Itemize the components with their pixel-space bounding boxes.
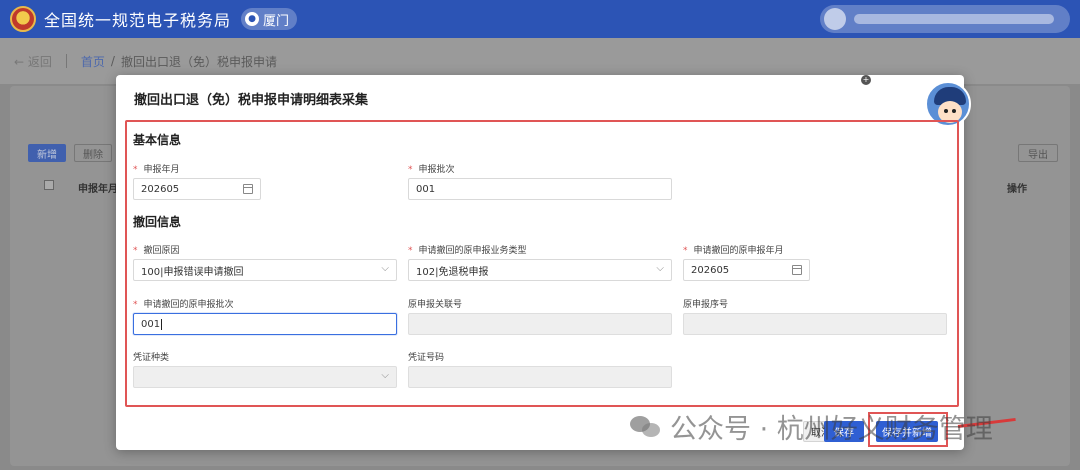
tax-emblem-icon	[10, 6, 36, 32]
orig-declare-batch-input[interactable]: 001	[133, 313, 397, 335]
section-title-basic: 基本信息	[133, 133, 182, 147]
watermark: 公众号 · 杭州好义财务管理	[630, 407, 993, 446]
table-header-declare-month: 申报年月	[78, 184, 118, 195]
divider	[65, 54, 67, 68]
orig-link-no-input	[408, 313, 672, 335]
close-icon[interactable]: +	[861, 75, 871, 85]
export-button[interactable]: 导出	[1018, 144, 1058, 162]
select-all-checkbox[interactable]	[44, 180, 54, 190]
breadcrumb-current: 撤回出口退（免）税申报申请	[120, 54, 277, 69]
breadcrumb-home[interactable]: 首页	[81, 53, 105, 70]
add-button[interactable]: 新增	[28, 144, 66, 162]
app-title: 全国统一规范电子税务局	[44, 11, 232, 30]
label-voucher-no: 凭证号码	[408, 353, 445, 363]
orig-declare-month-picker[interactable]: 202605	[683, 259, 810, 281]
label-revoke-reason: * 撤回原因	[133, 246, 180, 256]
voucher-no-input	[408, 366, 672, 388]
declare-batch-input[interactable]: 001	[408, 178, 672, 200]
label-orig-business-type: * 申请撤回的原申报业务类型	[408, 246, 527, 256]
table-header-actions: 操作	[1007, 184, 1027, 195]
wechat-logo-icon	[630, 414, 662, 440]
label-declare-batch: * 申报批次	[408, 165, 455, 175]
label-orig-declare-batch: * 申请撤回的原申报批次	[133, 300, 234, 310]
chevron-down-icon: ⌵	[656, 263, 664, 274]
voucher-type-select: ⌵	[133, 366, 397, 388]
text-caret	[161, 318, 163, 330]
breadcrumb-separator: /	[110, 54, 115, 68]
city-selector[interactable]: ● 厦门	[241, 8, 298, 30]
label-orig-declare-month: * 申请撤回的原申报年月	[683, 246, 784, 256]
calendar-icon	[243, 184, 253, 194]
delete-button[interactable]: 删除	[74, 144, 112, 162]
app-header: 全国统一规范电子税务局 ● 厦门	[0, 0, 1080, 38]
chevron-down-icon: ⌵	[381, 263, 389, 274]
modal-title: 撤回出口退（免）税申报申请明细表采集	[134, 93, 369, 108]
revoke-reason-select[interactable]: 100|申报错误申请撤回 ⌵	[133, 259, 397, 281]
chevron-down-icon: ⌵	[381, 370, 389, 381]
orig-business-type-select[interactable]: 102|免退税申报 ⌵	[408, 259, 672, 281]
section-title-revoke: 撤回信息	[133, 215, 182, 229]
user-account-area[interactable]	[820, 5, 1070, 33]
location-pin-icon: ●	[245, 12, 260, 26]
orig-seq-no-input	[683, 313, 947, 335]
back-link[interactable]: ← 返回	[14, 53, 52, 70]
label-voucher-type: 凭证种类	[133, 353, 170, 363]
avatar	[824, 8, 846, 30]
declare-month-picker[interactable]: 202605	[133, 178, 261, 200]
city-name: 厦门	[263, 13, 290, 29]
label-orig-seq-no: 原申报序号	[683, 300, 729, 310]
label-declare-month: * 申报年月	[133, 165, 180, 175]
label-orig-link-no: 原申报关联号	[408, 300, 463, 310]
user-name-blurred	[854, 14, 1054, 24]
calendar-icon	[792, 265, 802, 275]
